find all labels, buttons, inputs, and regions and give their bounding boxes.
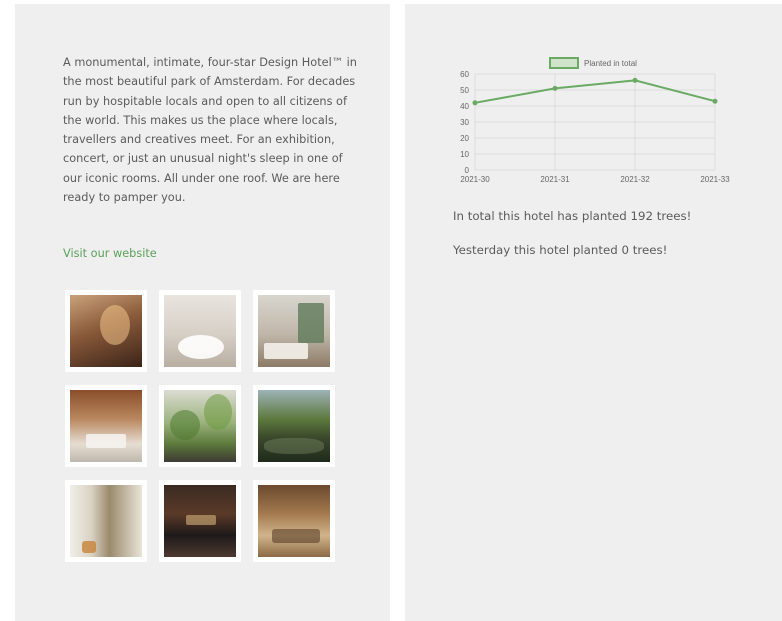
photo-meeting-room <box>258 485 330 557</box>
y-tick-label-0: 0 <box>465 166 470 175</box>
x-tick-label-3: 2021-33 <box>700 175 730 184</box>
data-point-3 <box>712 98 718 104</box>
photo-bedroom-green <box>258 295 330 367</box>
photo-bookshelf-lounge <box>70 485 142 557</box>
data-point-0 <box>472 100 478 106</box>
x-tick-label-0: 2021-30 <box>460 175 490 184</box>
y-tick-label-1: 10 <box>460 150 469 159</box>
series-line-planted <box>474 79 716 104</box>
data-point-2 <box>632 77 638 83</box>
y-tick-label-5: 50 <box>460 86 469 95</box>
gallery-thumb-4[interactable] <box>159 385 241 467</box>
visit-website-link[interactable]: Visit our website <box>63 247 157 260</box>
hotel-description: A monumental, intimate, four-star Design… <box>63 56 357 205</box>
gallery-thumb-8[interactable] <box>253 480 335 562</box>
y-tick-label-2: 20 <box>460 134 469 143</box>
planting-stats-panel: 0 10 20 30 40 50 60 2021-30 2021-31 2021-32 2021-3… <box>405 4 782 621</box>
data-point-1 <box>552 85 558 91</box>
gallery-thumb-5[interactable] <box>253 385 335 467</box>
photo-attic-room-beams <box>70 390 142 462</box>
photo-dark-event-hall <box>164 485 236 557</box>
photo-lobby-plants <box>164 390 236 462</box>
x-tick-label-2: 2021-32 <box>620 175 650 184</box>
total-planted-text: In total this hotel has planted 192 tree… <box>453 209 692 223</box>
gallery-thumb-2[interactable] <box>253 290 335 372</box>
photo-building-entrance <box>70 295 142 367</box>
y-tick-label-4: 40 <box>460 102 469 111</box>
photo-gallery <box>65 290 337 562</box>
photo-park-pond <box>258 390 330 462</box>
photo-bathroom-bathtub <box>164 295 236 367</box>
gallery-thumb-3[interactable] <box>65 385 147 467</box>
hotel-info-panel: A monumental, intimate, four-star Design… <box>15 4 390 621</box>
x-tick-label-1: 2021-31 <box>540 175 570 184</box>
gallery-thumb-6[interactable] <box>65 480 147 562</box>
trees-planted-chart: 0 10 20 30 40 50 60 2021-30 2021-31 2021-32 2021-3… <box>445 54 745 194</box>
yesterday-planted-text: Yesterday this hotel planted 0 trees! <box>453 243 668 257</box>
legend-label: Planted in total <box>584 59 637 68</box>
gallery-thumb-1[interactable] <box>159 290 241 372</box>
y-tick-label-3: 30 <box>460 118 469 127</box>
gallery-thumb-0[interactable] <box>65 290 147 372</box>
gallery-thumb-7[interactable] <box>159 480 241 562</box>
y-tick-label-6: 60 <box>460 70 469 79</box>
legend-swatch <box>549 57 579 69</box>
line-chart-svg: 0 10 20 30 40 50 60 2021-30 2021-31 2021-32 2021-3… <box>460 57 730 184</box>
